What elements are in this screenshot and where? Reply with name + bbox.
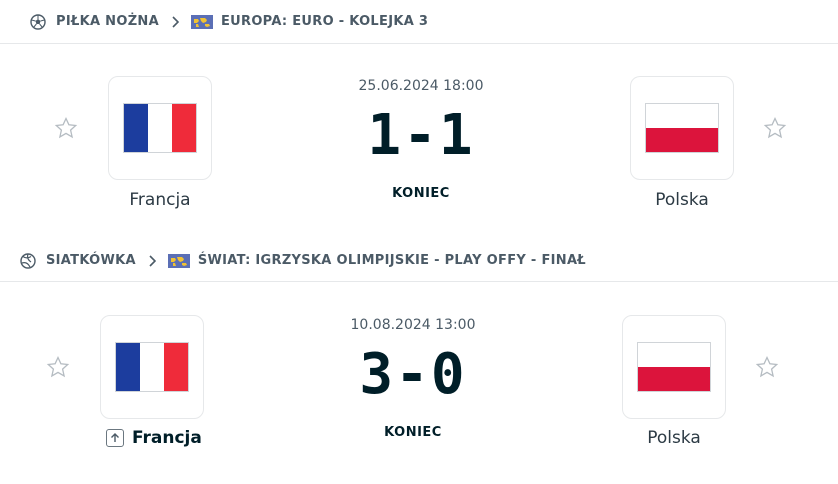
home-team-name[interactable]: Francja [132, 428, 202, 448]
match-status: KONIEC [392, 186, 450, 201]
winner-arrow-up-icon [106, 429, 124, 447]
match-row[interactable]: Francja 25.06.2024 18:00 1-1 KONIEC Pols… [0, 44, 838, 240]
favorite-star-icon[interactable] [763, 116, 787, 140]
away-team-name[interactable]: Polska [604, 428, 744, 448]
match-card-2[interactable]: SIATKÓWKA ŚWIAT: IGRZYSKA OLIMPIJSKIE - … [0, 240, 838, 484]
poland-flag-icon [638, 343, 710, 391]
away-team-logo[interactable] [630, 76, 734, 180]
france-flag-icon [116, 343, 188, 391]
match-datetime: 10.08.2024 13:00 [350, 317, 476, 333]
chevron-right-icon [148, 254, 156, 267]
home-team-logo[interactable] [100, 315, 204, 419]
world-flag-icon [190, 14, 213, 29]
world-flag-icon [167, 253, 190, 268]
match-score: 3-0 [359, 342, 467, 407]
match-card-1[interactable]: PIŁKA NOŻNA EUROPA: EURO - KOLEJKA 3 Fra… [0, 0, 838, 240]
home-team-logo[interactable] [108, 76, 212, 180]
favorite-star-icon[interactable] [46, 355, 70, 379]
favorite-star-icon[interactable] [54, 116, 78, 140]
away-team-name[interactable]: Polska [612, 190, 752, 210]
sport-link[interactable]: SIATKÓWKA [46, 253, 136, 268]
poland-flag-icon [646, 104, 718, 152]
league-link[interactable]: EUROPA: EURO - KOLEJKA 3 [221, 14, 428, 29]
sport-link[interactable]: PIŁKA NOŻNA [56, 14, 159, 29]
match-score: 1-1 [367, 103, 475, 168]
home-team-name[interactable]: Francja [90, 190, 230, 210]
volleyball-icon [20, 252, 36, 269]
match-status: KONIEC [384, 425, 442, 440]
match-datetime: 25.06.2024 18:00 [358, 78, 484, 94]
france-flag-icon [124, 104, 196, 152]
match-row[interactable]: Francja 10.08.2024 13:00 3-0 KONIEC Pols… [0, 282, 838, 484]
match-header: PIŁKA NOŻNA EUROPA: EURO - KOLEJKA 3 [0, 0, 838, 44]
favorite-star-icon[interactable] [755, 355, 779, 379]
match-header: SIATKÓWKA ŚWIAT: IGRZYSKA OLIMPIJSKIE - … [0, 240, 838, 282]
soccer-ball-icon [30, 13, 46, 30]
away-team-logo[interactable] [622, 315, 726, 419]
chevron-right-icon [171, 15, 179, 28]
league-link[interactable]: ŚWIAT: IGRZYSKA OLIMPIJSKIE - PLAY OFFY … [198, 253, 586, 268]
home-team-winner[interactable]: Francja [106, 428, 202, 448]
